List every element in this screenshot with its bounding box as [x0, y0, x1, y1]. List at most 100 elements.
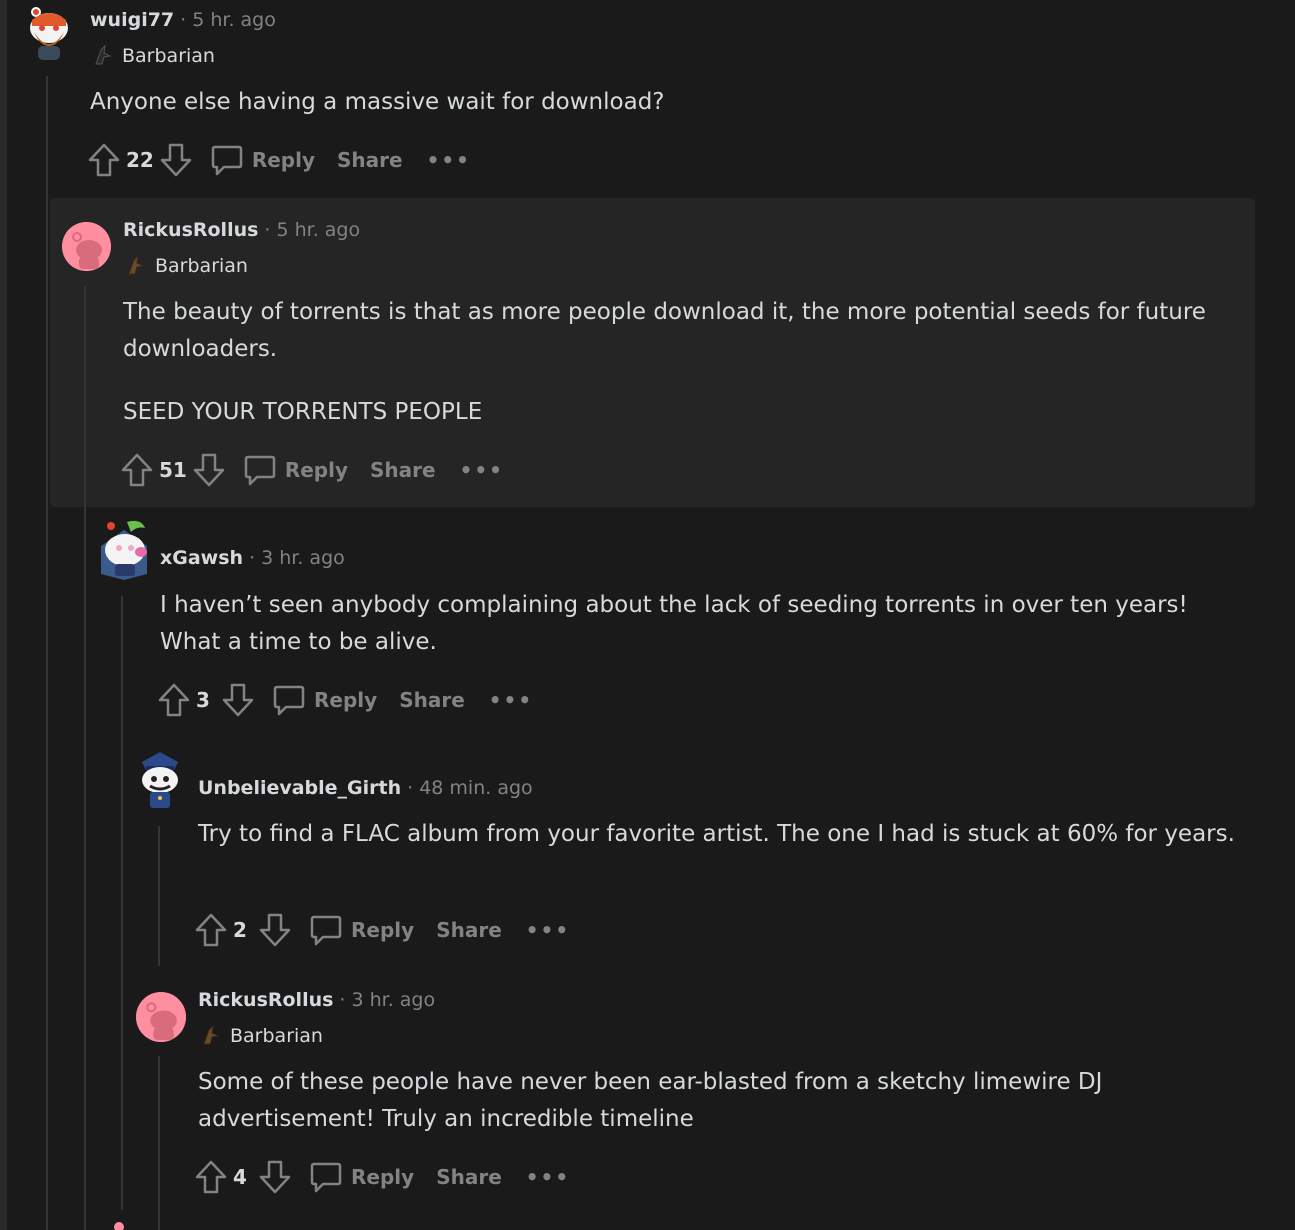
flair-text: Barbarian [122, 45, 215, 67]
username-link[interactable]: RickusRollus [123, 219, 258, 241]
comment-paragraph: Try to find a FLAC album from your favor… [198, 821, 1235, 847]
avatar[interactable] [97, 516, 151, 582]
timestamp[interactable]: 48 min. ago [419, 777, 532, 799]
snoo-avatar-icon [136, 992, 186, 1042]
vote-score: 22 [126, 148, 154, 172]
comment-bubble-icon [310, 915, 342, 946]
snoo-avatar-icon [142, 752, 178, 808]
downvote-button[interactable] [257, 1159, 293, 1195]
comment-meta: RickusRollus · 3 hr. ago [198, 988, 435, 1012]
more-options-button[interactable]: ••• [526, 918, 570, 942]
avatar[interactable] [136, 992, 186, 1042]
user-flair: Barbarian [125, 254, 248, 278]
downvote-button[interactable] [257, 912, 293, 948]
username-link[interactable]: xGawsh [160, 547, 243, 569]
upvote-button[interactable] [193, 1159, 229, 1195]
comment-body: I haven’t seen anybody complaining about… [160, 587, 1230, 661]
upvote-arrow-icon [195, 1160, 227, 1194]
vote-score: 4 [233, 1165, 247, 1189]
barbarian-flair-icon [125, 254, 147, 276]
timestamp[interactable]: 5 hr. ago [192, 9, 276, 31]
reply-label: Reply [284, 458, 349, 482]
reply-label: Reply [314, 688, 378, 712]
avatar[interactable] [136, 748, 186, 810]
next-comment-avatar[interactable] [112, 1222, 126, 1230]
barbarian-flair-icon [200, 1024, 222, 1046]
share-button[interactable]: Share [436, 918, 502, 942]
comment-thread: wuigi77 · 5 hr. ago Barbarian Anyone else … [0, 0, 1295, 1230]
comment-paragraph: The beauty of torrents is that as more p… [123, 299, 1206, 362]
reply-button[interactable]: Reply [243, 453, 348, 487]
comment-bubble-icon [310, 1162, 342, 1193]
separator-dot: · [407, 777, 414, 799]
comment-paragraph: I haven’t seen anybody complaining about… [160, 592, 1188, 655]
downvote-arrow-icon [160, 143, 192, 177]
flair-text: Barbarian [230, 1025, 323, 1047]
share-button[interactable]: Share [436, 1165, 502, 1189]
comment-meta: Unbelievable_Girth · 48 min. ago [198, 776, 533, 800]
upvote-arrow-icon [158, 683, 190, 717]
downvote-arrow-icon [259, 913, 291, 947]
snoo-avatar-icon [30, 7, 68, 60]
thread-line[interactable] [84, 286, 86, 1230]
comment-actions: 2 Reply Share ••• [193, 910, 570, 950]
more-options-button[interactable]: ••• [427, 148, 471, 172]
vote-score: 2 [233, 918, 247, 942]
upvote-button[interactable] [119, 452, 155, 488]
avatar[interactable] [22, 6, 74, 62]
upvote-arrow-icon [195, 913, 227, 947]
left-edge-bar [0, 0, 7, 1230]
comment-meta: RickusRollus · 5 hr. ago [123, 218, 360, 242]
snoo-avatar-icon [62, 222, 111, 271]
share-button[interactable]: Share [399, 688, 465, 712]
comment-paragraph: SEED YOUR TORRENTS PEOPLE [123, 399, 483, 425]
more-options-button[interactable]: ••• [460, 458, 504, 482]
comment-bubble-icon [211, 145, 243, 176]
more-options-button[interactable]: ••• [489, 688, 533, 712]
comment-body: Some of these people have never been ear… [198, 1064, 1238, 1138]
thread-line[interactable] [158, 1056, 160, 1230]
timestamp[interactable]: 5 hr. ago [276, 219, 360, 241]
user-flair: Barbarian [92, 44, 215, 68]
more-options-button[interactable]: ••• [526, 1165, 570, 1189]
timestamp[interactable]: 3 hr. ago [351, 989, 435, 1011]
share-button[interactable]: Share [337, 148, 403, 172]
reply-button[interactable]: Reply [272, 683, 377, 717]
username-link[interactable]: Unbelievable_Girth [198, 777, 401, 799]
thread-line[interactable] [158, 826, 160, 966]
username-link[interactable]: RickusRollus [198, 989, 333, 1011]
username-link[interactable]: wuigi77 [90, 9, 174, 31]
downvote-arrow-icon [259, 1160, 291, 1194]
downvote-button[interactable] [158, 142, 194, 178]
separator-dot: · [180, 9, 187, 31]
upvote-button[interactable] [193, 912, 229, 948]
comment-actions: 3 Reply Share ••• [156, 680, 533, 720]
timestamp[interactable]: 3 hr. ago [261, 547, 345, 569]
reply-button[interactable]: Reply [210, 143, 315, 177]
comment-paragraph: Anyone else having a massive wait for do… [90, 89, 665, 115]
reply-label: Reply [351, 1165, 415, 1189]
reply-button[interactable]: Reply [309, 913, 414, 947]
thread-line[interactable] [121, 596, 123, 1210]
upvote-button[interactable] [86, 142, 122, 178]
thread-line[interactable] [46, 76, 48, 1230]
share-button[interactable]: Share [370, 458, 436, 482]
comment-body: Try to find a FLAC album from your favor… [198, 816, 1238, 853]
comment-paragraph: Some of these people have never been ear… [198, 1069, 1103, 1132]
downvote-arrow-icon [222, 683, 254, 717]
separator-dot: · [249, 547, 256, 569]
comment-meta: xGawsh · 3 hr. ago [160, 546, 345, 570]
downvote-button[interactable] [220, 682, 256, 718]
downvote-button[interactable] [191, 452, 227, 488]
reply-label: Reply [351, 918, 415, 942]
flair-text: Barbarian [155, 255, 248, 277]
downvote-arrow-icon [193, 453, 225, 487]
reply-button[interactable]: Reply [309, 1160, 414, 1194]
upvote-button[interactable] [156, 682, 192, 718]
comment-meta: wuigi77 · 5 hr. ago [90, 8, 276, 32]
avatar[interactable] [62, 222, 111, 271]
comment-actions: 22 Reply Share ••• [86, 140, 471, 180]
vote-score: 3 [196, 688, 210, 712]
vote-score: 51 [159, 458, 187, 482]
reply-label: Reply [251, 148, 316, 172]
